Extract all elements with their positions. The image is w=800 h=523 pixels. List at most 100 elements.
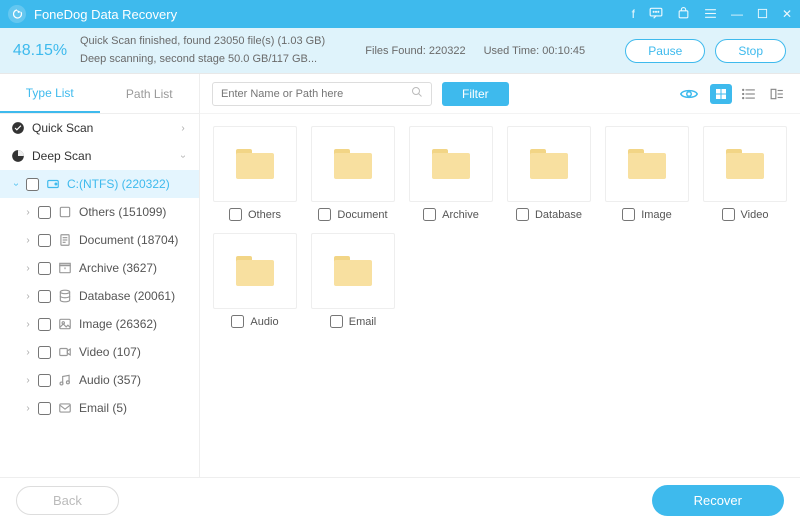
folder-archive[interactable]: Archive: [408, 126, 494, 221]
folder-image[interactable]: Image: [604, 126, 690, 221]
scan-stats: Files Found: 220322 Used Time: 00:10:45: [365, 45, 625, 57]
folder-label: Video: [741, 209, 769, 221]
content-toolbar: Filter: [200, 74, 800, 114]
chevron-right-icon: ›: [22, 263, 34, 274]
footer: Back Recover: [0, 477, 800, 523]
folder-checkbox[interactable]: [330, 315, 343, 328]
folder-document[interactable]: Document: [310, 126, 396, 221]
chevron-right-icon: ›: [22, 235, 34, 246]
audio-icon: [57, 373, 73, 387]
recover-button[interactable]: Recover: [652, 485, 784, 516]
tree-item-checkbox[interactable]: [38, 262, 51, 275]
folder-icon: [703, 126, 787, 202]
chevron-right-icon: ›: [22, 403, 34, 414]
tree-item-label: Archive (3627): [79, 261, 157, 275]
facebook-icon[interactable]: f: [632, 8, 635, 20]
tree-item-email[interactable]: › Email (5): [0, 394, 199, 422]
document-icon: [57, 233, 73, 247]
tree-item-document[interactable]: ›Document (18704): [0, 226, 199, 254]
tree-item-audio[interactable]: › Audio (357): [0, 366, 199, 394]
chevron-right-icon: ›: [22, 291, 34, 302]
chevron-right-icon: ›: [177, 123, 189, 134]
status-bar: 48.15% Quick Scan finished, found 23050 …: [0, 28, 800, 74]
folder-checkbox[interactable]: [231, 315, 244, 328]
tree-item-label: Email (5): [79, 401, 127, 415]
view-grid-icon[interactable]: [710, 84, 732, 104]
back-button[interactable]: Back: [16, 486, 119, 515]
folder-checkbox[interactable]: [229, 208, 242, 221]
tree-disk[interactable]: › C:(NTFS) (220322): [0, 170, 199, 198]
filter-button[interactable]: Filter: [442, 82, 509, 106]
folder-label: Archive: [442, 209, 479, 221]
sidebar: Type List Path List Quick Scan › Deep Sc…: [0, 74, 200, 477]
folder-grid: Others Document Archive Database Image Video A…: [200, 114, 800, 477]
scan-info: Quick Scan finished, found 23050 file(s)…: [80, 33, 365, 68]
tree-quick-scan[interactable]: Quick Scan ›: [0, 114, 199, 142]
folder-icon: [311, 126, 395, 202]
chevron-right-icon: ›: [22, 375, 34, 386]
tree-item-checkbox[interactable]: [38, 374, 51, 387]
folder-video[interactable]: Video: [702, 126, 788, 221]
folder-checkbox[interactable]: [318, 208, 331, 221]
preview-icon[interactable]: [678, 84, 700, 104]
folder-icon: [507, 126, 591, 202]
disk-icon: [45, 177, 61, 191]
search-input[interactable]: [221, 88, 411, 100]
files-found-value: 220322: [429, 45, 466, 57]
tree-item-label: Audio (357): [79, 373, 141, 387]
tree-item-video[interactable]: ›Video (107): [0, 338, 199, 366]
minimize-icon[interactable]: —: [731, 8, 743, 20]
scan-line-2: Deep scanning, second stage 50.0 GB/117 …: [80, 51, 365, 69]
tree-item-label: Video (107): [79, 345, 141, 359]
tree-item-archive[interactable]: › Archive (3627): [0, 254, 199, 282]
view-detail-icon[interactable]: [766, 84, 788, 104]
tab-type-list[interactable]: Type List: [0, 74, 100, 113]
buy-icon[interactable]: [677, 7, 690, 22]
chevron-down-icon: ›: [11, 178, 22, 190]
feedback-icon[interactable]: [649, 7, 663, 21]
folder-checkbox[interactable]: [622, 208, 635, 221]
folder-checkbox[interactable]: [423, 208, 436, 221]
folder-label: Image: [641, 209, 672, 221]
tree-item-checkbox[interactable]: [38, 402, 51, 415]
tab-path-list[interactable]: Path List: [100, 74, 200, 113]
chevron-right-icon: ›: [22, 319, 34, 330]
tree-item-checkbox[interactable]: [38, 206, 51, 219]
tree-item-checkbox[interactable]: [38, 318, 51, 331]
tree-item-checkbox[interactable]: [38, 346, 51, 359]
tree-item-label: Image (26362): [79, 317, 157, 331]
close-icon[interactable]: ✕: [782, 8, 792, 20]
folder-checkbox[interactable]: [516, 208, 529, 221]
folder-database[interactable]: Database: [506, 126, 592, 221]
tree-item-label: Database (20061): [79, 289, 175, 303]
used-time-label: Used Time:: [484, 45, 540, 57]
scan-line-1: Quick Scan finished, found 23050 file(s)…: [80, 33, 365, 51]
tree-item-label: Others (151099): [79, 205, 166, 219]
folder-email[interactable]: Email: [310, 233, 396, 328]
tree-item-checkbox[interactable]: [38, 234, 51, 247]
progress-circle-icon: [10, 149, 26, 163]
folder-checkbox[interactable]: [722, 208, 735, 221]
disk-checkbox[interactable]: [26, 178, 39, 191]
folder-icon: [409, 126, 493, 202]
tree: Quick Scan › Deep Scan › › C:(NTFS) (220…: [0, 114, 199, 477]
tree-item-others[interactable]: ›Others (151099): [0, 198, 199, 226]
folder-others[interactable]: Others: [212, 126, 298, 221]
folder-label: Others: [248, 209, 281, 221]
search-box[interactable]: [212, 82, 432, 106]
tree-deep-scan[interactable]: Deep Scan ›: [0, 142, 199, 170]
stop-button[interactable]: Stop: [715, 39, 786, 63]
pause-button[interactable]: Pause: [625, 39, 705, 63]
folder-icon: [311, 233, 395, 309]
folder-audio[interactable]: Audio: [212, 233, 298, 328]
video-icon: [57, 345, 73, 359]
check-circle-icon: [10, 121, 26, 135]
view-list-icon[interactable]: [738, 84, 760, 104]
tree-item-checkbox[interactable]: [38, 290, 51, 303]
database-icon: [57, 289, 73, 303]
search-icon: [411, 86, 423, 101]
maximize-icon[interactable]: [757, 8, 768, 21]
tree-item-image[interactable]: › Image (26362): [0, 310, 199, 338]
tree-item-database[interactable]: › Database (20061): [0, 282, 199, 310]
menu-icon[interactable]: [704, 8, 717, 21]
